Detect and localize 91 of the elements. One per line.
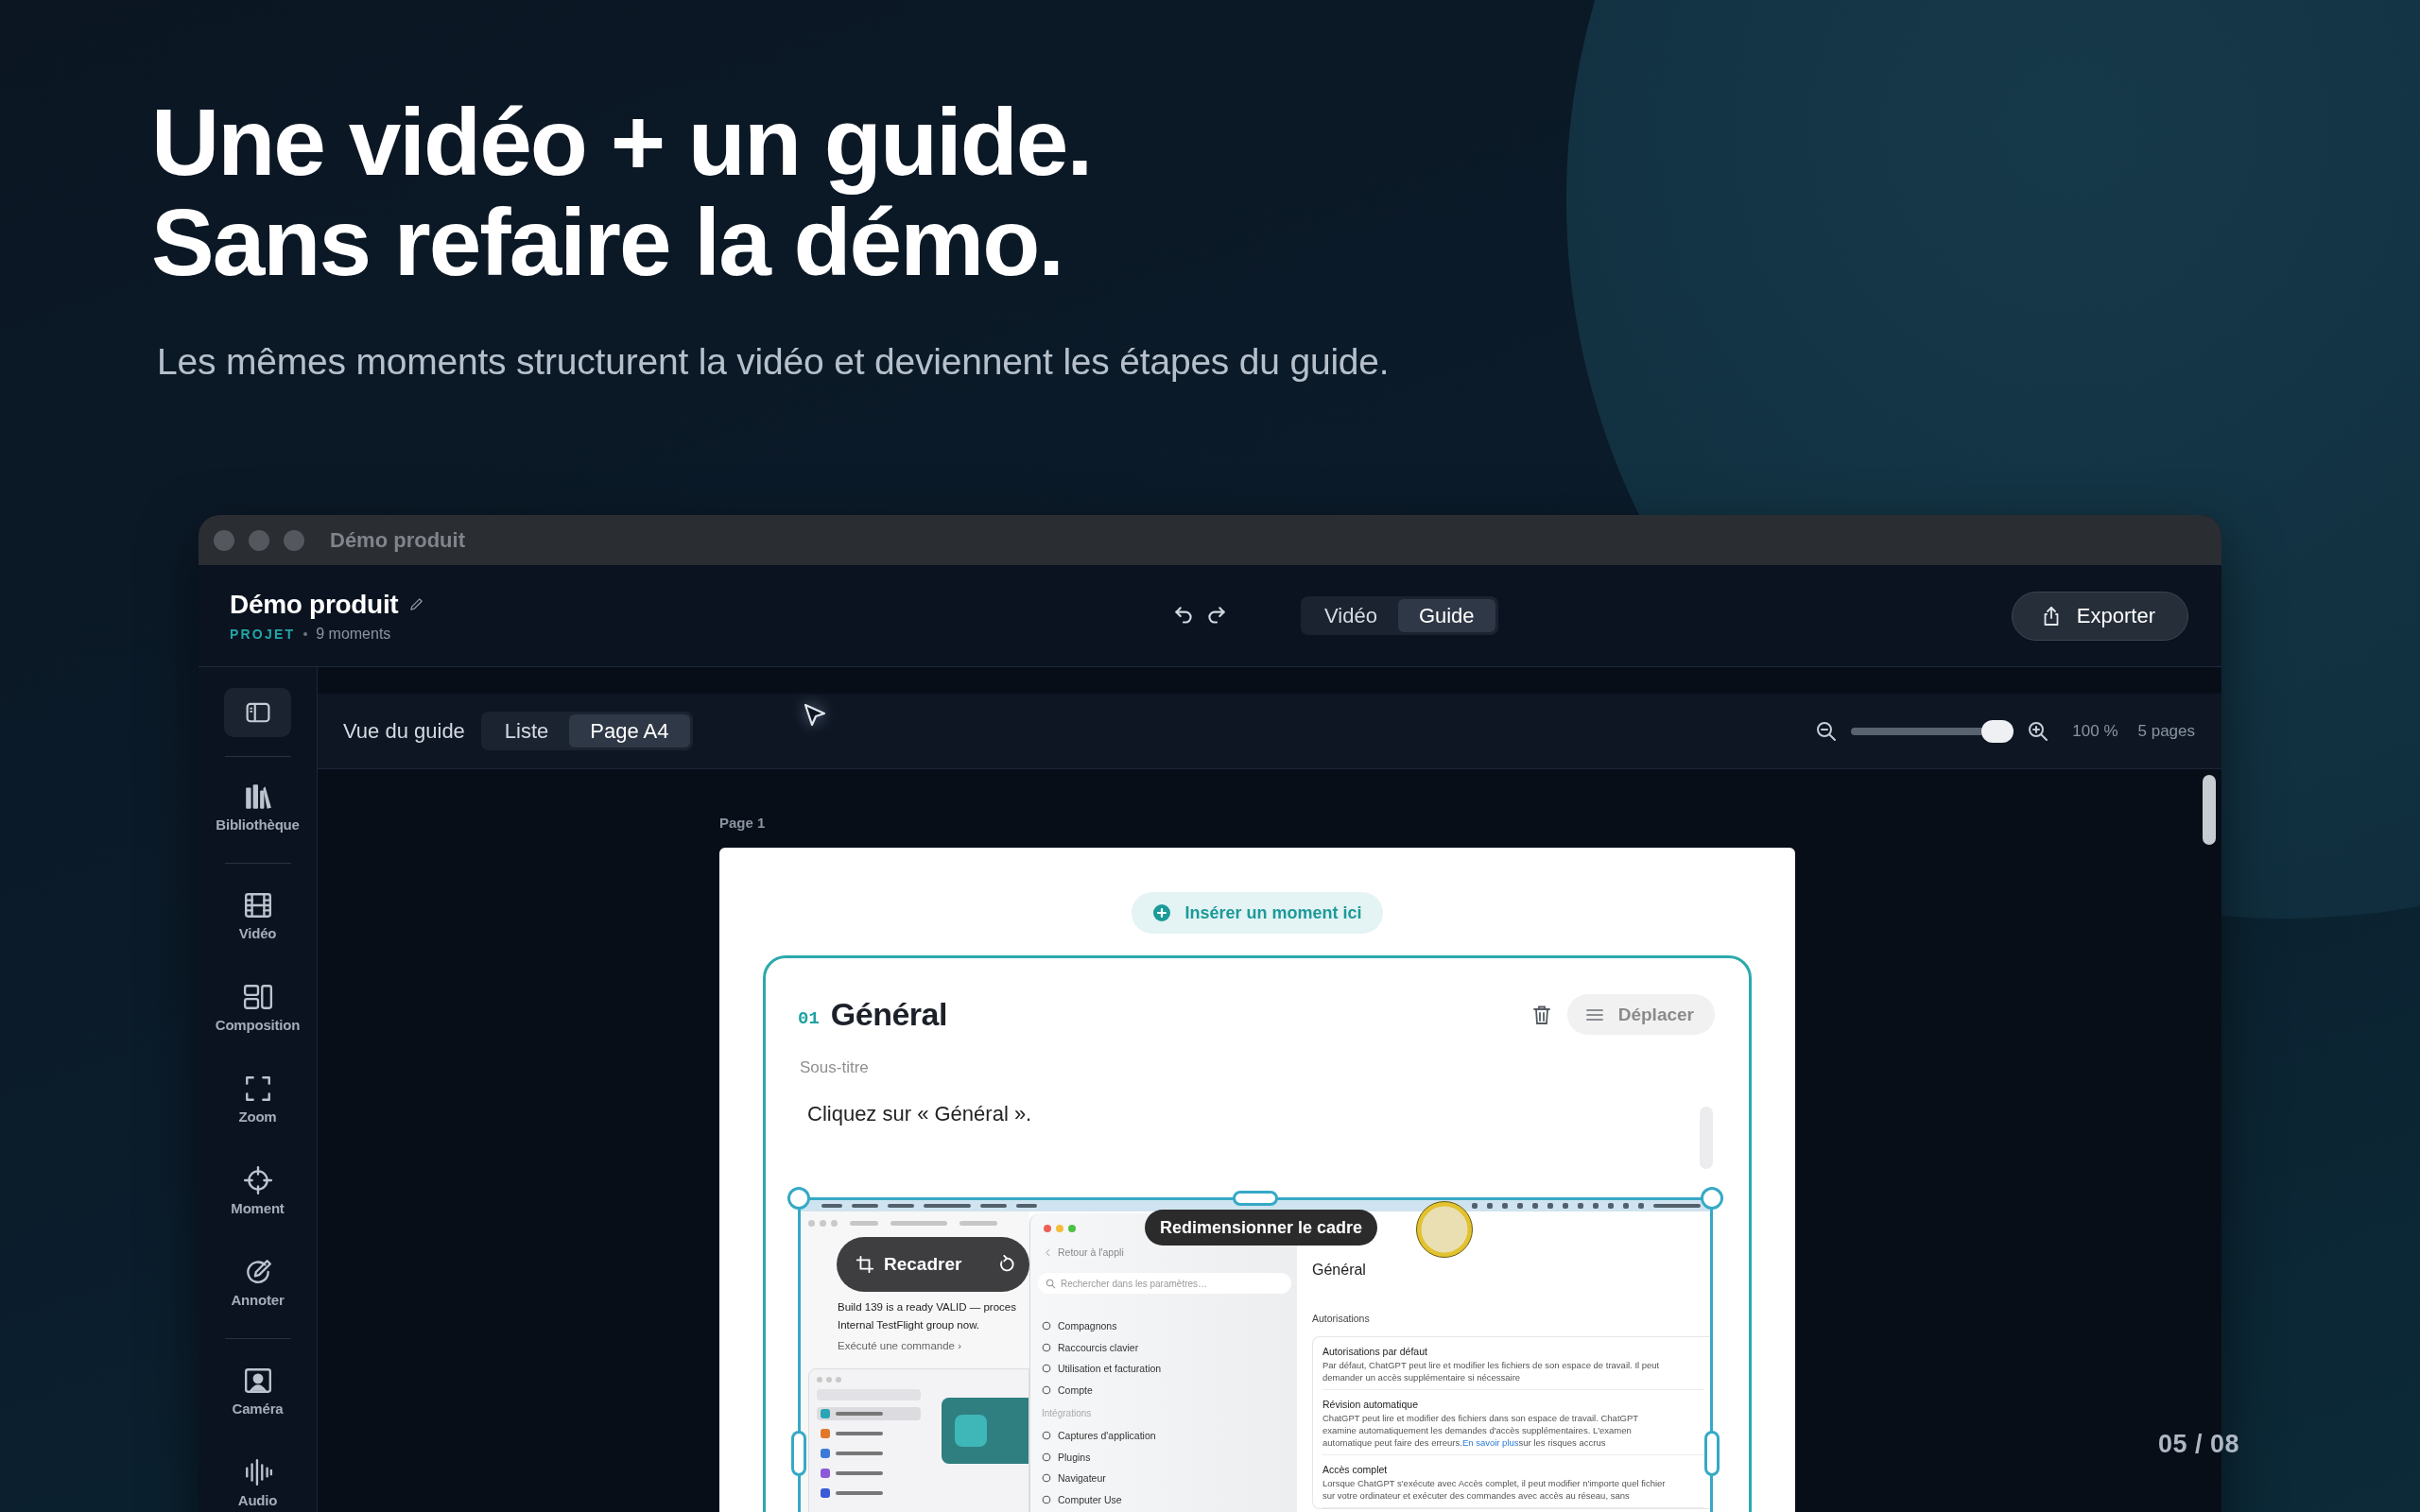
trash-icon[interactable] — [1531, 1004, 1551, 1025]
hero-subtitle: Les mêmes moments structurent la vidéo et deviennent les étapes du guide. — [157, 340, 1391, 384]
crop-button[interactable]: Recadrer — [837, 1237, 1029, 1292]
resize-handle[interactable] — [791, 1431, 806, 1476]
sidebar-item[interactable]: Audio — [199, 1439, 317, 1512]
zoom-out-icon[interactable] — [1815, 719, 1839, 743]
maximize-button[interactable] — [1068, 1225, 1076, 1232]
circle-icon — [1042, 1494, 1051, 1504]
option-description: Par défaut, ChatGPT peut lire et modifier les fichiers de son espace de travail. Il peut demander un accès supplémentaire si nécessaire — [1322, 1359, 1661, 1383]
page-label: Page 1 — [719, 814, 767, 833]
close-button[interactable] — [214, 529, 234, 551]
page-count: 5 pages — [2137, 721, 2195, 741]
sidebar-item[interactable]: Bibliothèque — [199, 764, 317, 855]
window-title: Démo produit — [330, 527, 465, 553]
zoom-slider[interactable] — [1851, 719, 2014, 743]
sidebar-item[interactable]: Moment — [199, 1147, 317, 1239]
moment-number: 01 — [798, 1007, 820, 1029]
settings-section-title: Autorisations — [1312, 1312, 1371, 1325]
sidebar-item[interactable]: Annoter — [199, 1239, 317, 1331]
export-button[interactable]: Exporter — [2011, 591, 2188, 641]
circle-icon — [1042, 1321, 1051, 1332]
scrollbar[interactable] — [2203, 775, 2216, 845]
chat-text: Internal TestFlight group now. — [838, 1318, 981, 1332]
settings-item[interactable]: Plugins — [1038, 1446, 1291, 1468]
slider-thumb[interactable] — [1981, 719, 2014, 743]
pencil-icon[interactable] — [409, 597, 424, 611]
option-title: Accès complet — [1322, 1463, 1389, 1476]
circle-icon — [1042, 1364, 1051, 1374]
screenshot-frame[interactable] — [798, 1197, 1713, 1512]
project-label: PROJET — [230, 626, 296, 642]
plus-circle-icon — [1152, 903, 1172, 922]
maximize-button[interactable] — [284, 529, 304, 551]
sidebar-item[interactable]: Vidéo — [199, 872, 317, 964]
rotate-icon — [997, 1255, 1016, 1274]
settings-item[interactable]: Utilisation et facturation — [1038, 1358, 1291, 1380]
settings-item[interactable]: Compagnons — [1038, 1315, 1291, 1337]
film-icon — [242, 890, 273, 920]
settings-section-label: Intégrations — [1041, 1406, 1093, 1420]
close-button[interactable] — [1044, 1225, 1051, 1232]
settings-item[interactable]: Compte — [1038, 1379, 1291, 1400]
settings-item[interactable]: Captures d'application — [1038, 1425, 1291, 1447]
settings-title: Général — [1312, 1261, 1367, 1280]
option-description: Lorsque ChatGPT s'exécute avec Accès complet, il peut modifier n'importe quel fichier sur votre ordinateur et exécuter des commandes avec accès au réseau, sans — [1322, 1477, 1667, 1502]
moment-title: Général — [830, 996, 947, 1033]
search-field[interactable]: Rechercher dans les paramètres… — [1038, 1273, 1291, 1294]
crop-icon — [856, 1255, 874, 1274]
chat-text: Build 139 is a ready VALID — proces — [838, 1300, 1017, 1314]
sidebar-item[interactable]: Caméra — [199, 1348, 317, 1439]
portrait-icon — [242, 1366, 273, 1396]
minimize-button[interactable] — [1056, 1225, 1063, 1232]
resize-handle[interactable] — [1701, 1187, 1723, 1210]
learn-more-link[interactable]: En savoir plus — [1461, 1437, 1519, 1448]
circle-icon — [1042, 1431, 1051, 1441]
resize-handle[interactable] — [1704, 1431, 1720, 1476]
view-tab[interactable]: Guide — [1397, 599, 1495, 632]
circle-icon — [1042, 1342, 1051, 1352]
separator-dot-icon — [303, 631, 308, 636]
moments-count: 9 moments — [316, 625, 391, 643]
slide-counter: 05 / 08 — [2158, 1430, 2240, 1459]
settings-item[interactable]: Navigateur — [1038, 1468, 1291, 1489]
sidebar-icon — [245, 702, 270, 723]
chevron-left-icon[interactable] — [1046, 1247, 1050, 1257]
option-description: ChatGPT peut lire et modifier des fichiers dans son espace de travail. ChatGPT examine automatiquement les demandes d'accès supplémentaires. L'examen automatique peut faire des erreurs.En savoir plussur les risques accrus — [1322, 1412, 1639, 1449]
guide-mode-tab[interactable]: Page A4 — [569, 714, 690, 747]
sidebar-toggle-button[interactable] — [224, 688, 291, 737]
circle-icon — [1042, 1473, 1051, 1484]
search-icon — [1046, 1278, 1056, 1289]
project-name: Démo produit — [230, 589, 399, 620]
settings-item[interactable]: Raccourcis clavier — [1038, 1336, 1291, 1358]
chat-action-link[interactable]: Exécuté une commande › — [838, 1337, 1029, 1355]
option-title: Révision automatique — [1322, 1398, 1419, 1411]
sidebar-item[interactable]: Composition — [199, 964, 317, 1056]
layout-icon — [242, 982, 273, 1012]
resize-handle[interactable] — [787, 1187, 810, 1210]
subtitle-label: Sous-titre — [799, 1058, 870, 1077]
subtitle-field[interactable]: Cliquez sur « Général ». — [798, 1095, 1700, 1173]
view-tab[interactable]: Vidéo — [1304, 599, 1398, 632]
option-title: Autorisations par défaut — [1322, 1345, 1428, 1358]
crosshair-icon — [242, 1165, 273, 1195]
guide-mode-tab[interactable]: Liste — [483, 714, 570, 747]
zoom-in-icon[interactable] — [2027, 719, 2050, 743]
settings-item[interactable]: Computer Use — [1038, 1488, 1291, 1510]
circle-icon — [1042, 1384, 1051, 1395]
minimize-button[interactable] — [249, 529, 269, 551]
resize-tooltip: Redimensionner le cadre — [1145, 1210, 1378, 1246]
guide-view-label: Vue du guide — [343, 718, 465, 744]
resize-handle[interactable] — [1233, 1191, 1278, 1206]
sidebar-item[interactable]: Zoom — [199, 1056, 317, 1147]
zoom-reading: 100 % — [2072, 721, 2118, 741]
circle-icon — [1042, 1452, 1051, 1462]
drag-handle-icon — [1585, 1008, 1603, 1021]
